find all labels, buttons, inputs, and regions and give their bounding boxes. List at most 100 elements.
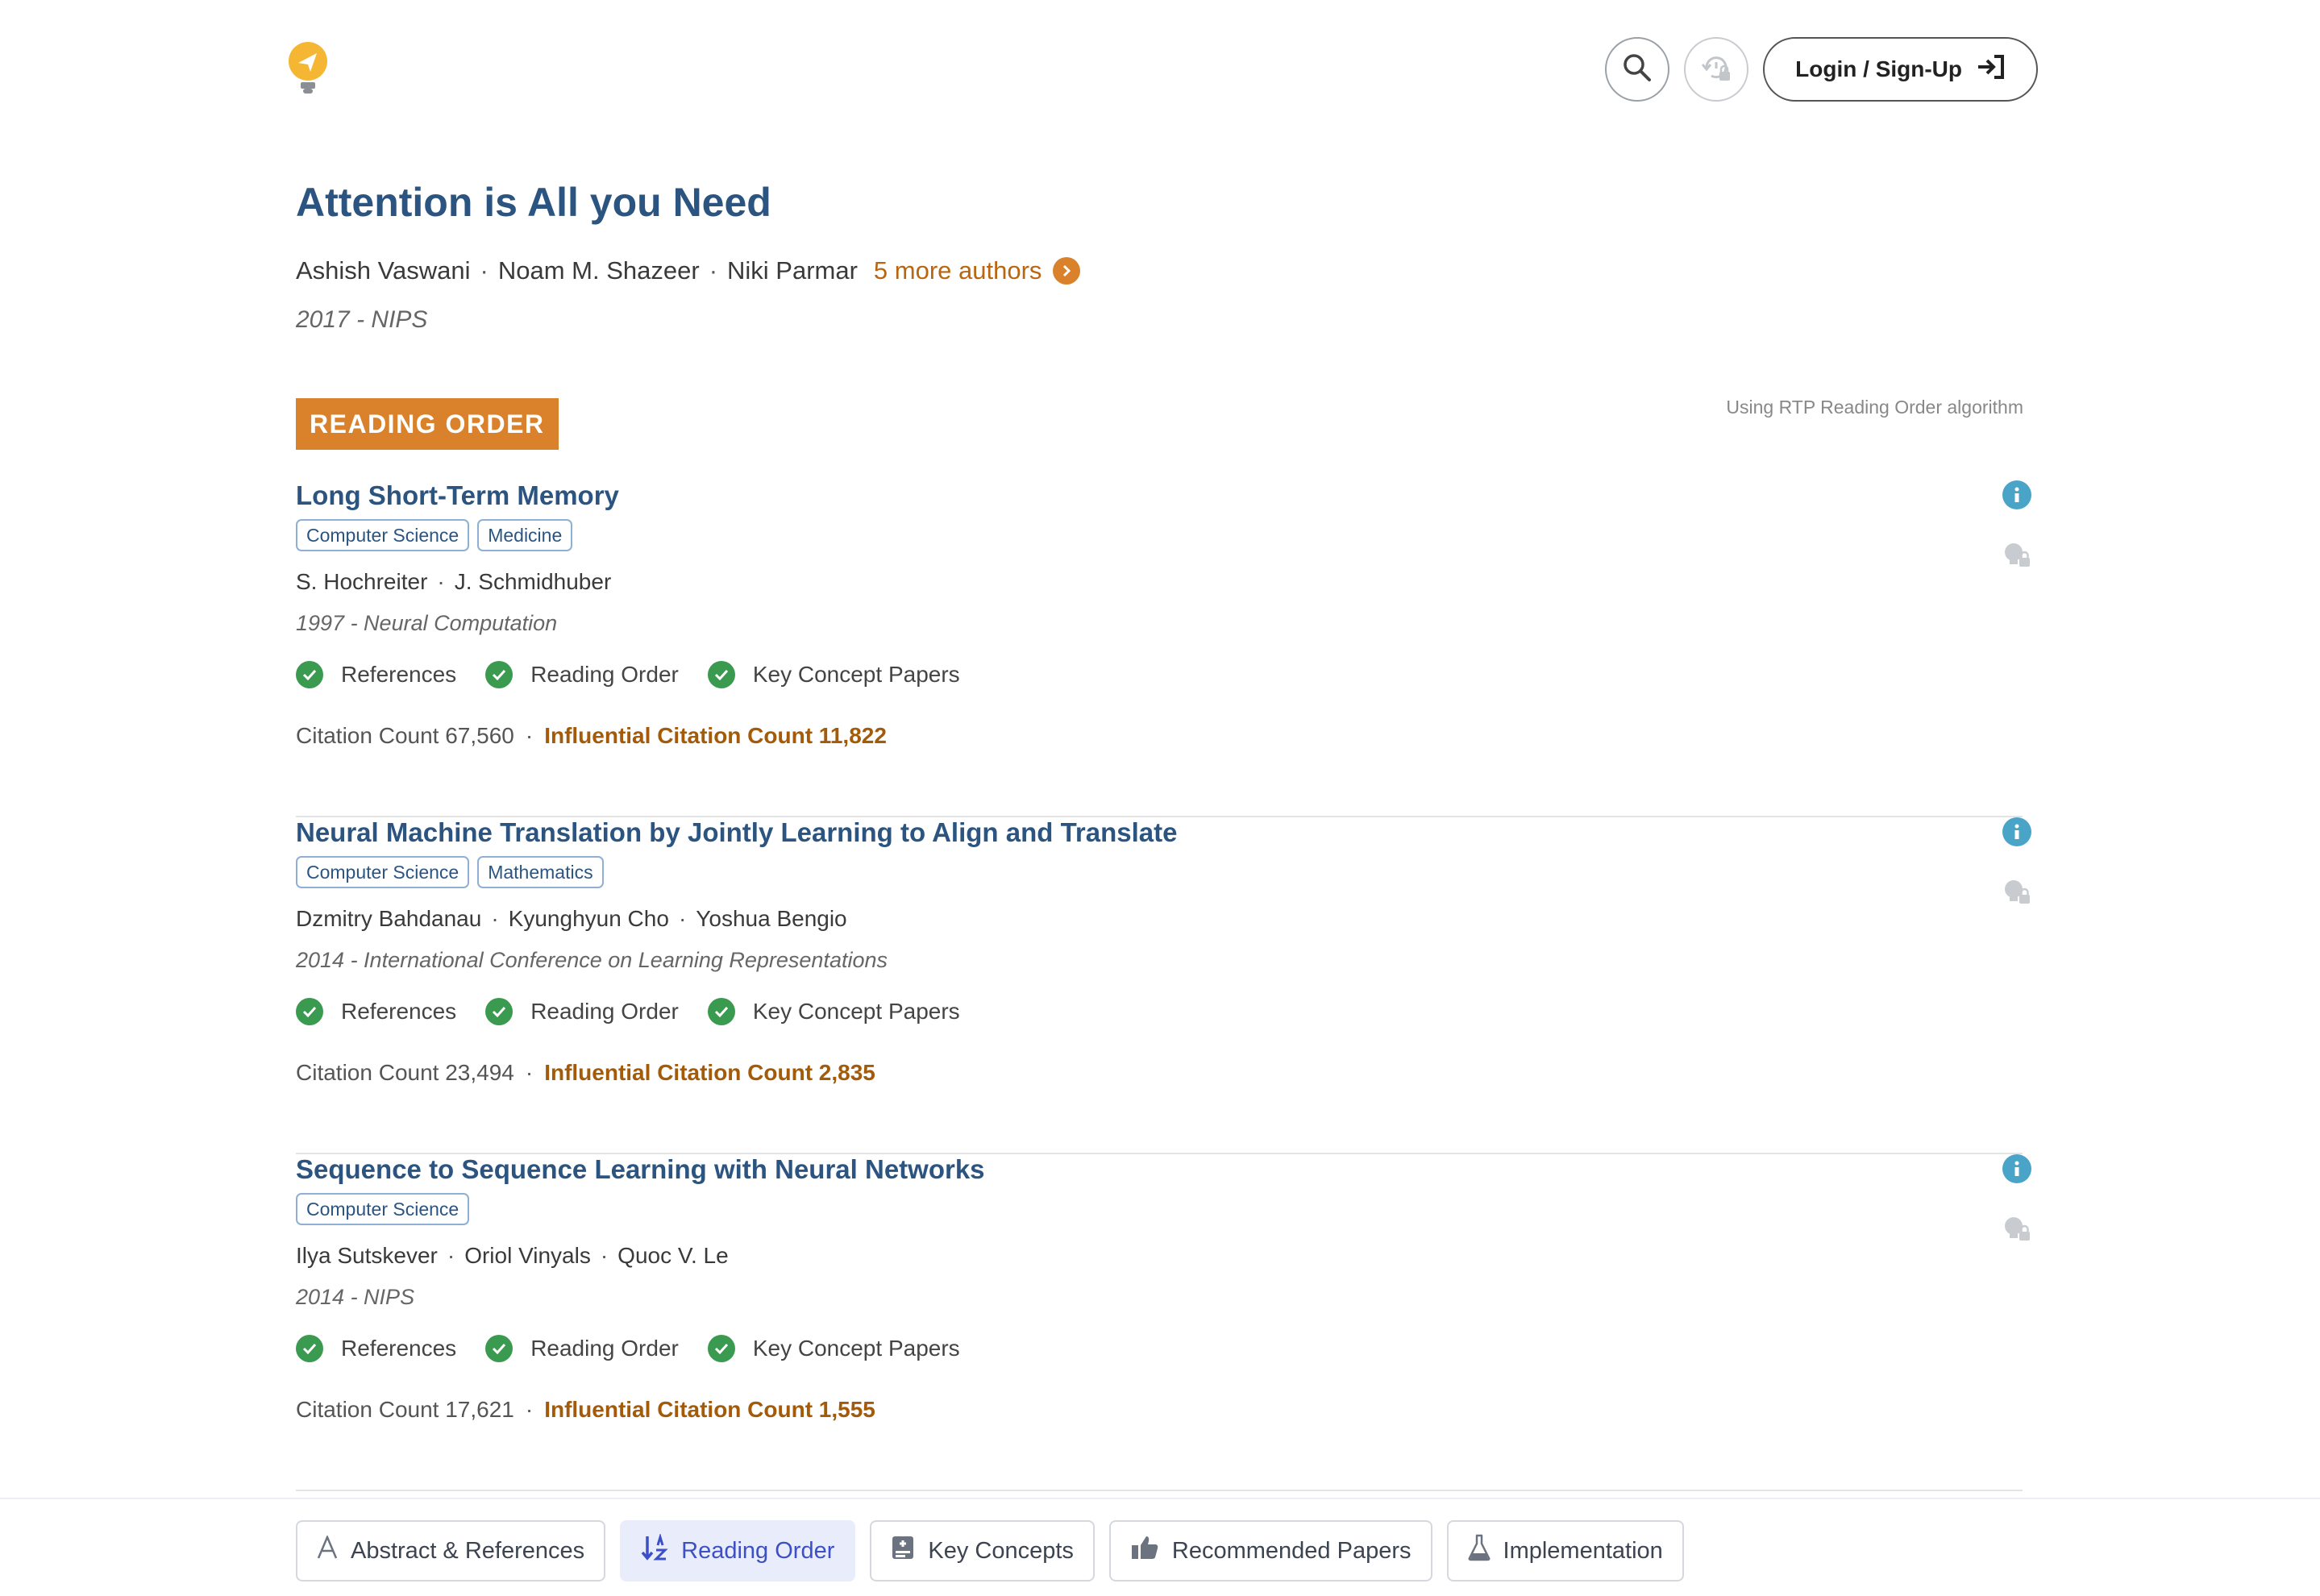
check-circle-icon xyxy=(707,661,735,688)
feature-references[interactable]: References xyxy=(296,661,456,688)
author-name[interactable]: Yoshua Bengio xyxy=(696,906,846,932)
author-name[interactable]: S. Hochreiter xyxy=(296,569,427,595)
author-name[interactable]: Ashish Vaswani xyxy=(296,256,471,285)
separator-dot: · xyxy=(447,1243,455,1268)
author-name[interactable]: Dzmitry Bahdanau xyxy=(296,906,481,932)
locked-lightbulb-icon[interactable] xyxy=(2002,1216,2031,1243)
influential-citation-count: Influential Citation Count 11,822 xyxy=(544,723,887,748)
separator-dot: · xyxy=(437,569,445,594)
separator-dot: · xyxy=(491,906,499,931)
item-authors: Ilya Sutskever · Oriol Vinyals · Quoc V.… xyxy=(296,1243,729,1269)
feature-label: References xyxy=(341,1336,457,1361)
feature-label: Key Concept Papers xyxy=(752,662,960,687)
item-title[interactable]: Neural Machine Translation by Jointly Le… xyxy=(296,817,1177,848)
tab-label: Key Concepts xyxy=(928,1537,1074,1564)
check-circle-icon xyxy=(296,998,323,1025)
tab-label: Implementation xyxy=(1503,1537,1663,1564)
feature-key-concepts[interactable]: Key Concept Papers xyxy=(707,661,960,688)
separator-dot: · xyxy=(525,1397,534,1422)
field-tag[interactable]: Computer Science xyxy=(296,1193,470,1225)
author-name[interactable]: Quoc V. Le xyxy=(617,1243,729,1269)
feature-references[interactable]: References xyxy=(296,1335,456,1362)
feature-label: Reading Order xyxy=(530,662,679,687)
citation-count: Citation Count 17,621 xyxy=(296,1397,514,1422)
history-button[interactable] xyxy=(1684,37,1749,102)
author-name[interactable]: Niki Parmar xyxy=(727,256,858,285)
feature-key-concepts[interactable]: Key Concept Papers xyxy=(707,1335,960,1362)
author-name[interactable]: Noam M. Shazeer xyxy=(498,256,700,285)
reading-order-item: Neural Machine Translation by Jointly Le… xyxy=(296,817,2031,1154)
author-name[interactable]: Kyunghyun Cho xyxy=(509,906,669,932)
author-name[interactable]: J. Schmidhuber xyxy=(455,569,612,595)
header-actions: Login / Sign-Up xyxy=(1605,37,2038,102)
item-title[interactable]: Long Short-Term Memory xyxy=(296,480,619,511)
field-tag[interactable]: Computer Science xyxy=(296,519,470,551)
field-tag[interactable]: Medicine xyxy=(477,519,573,551)
check-circle-icon xyxy=(707,1335,735,1362)
tab-label: Abstract & References xyxy=(351,1537,585,1564)
section-badge: READING ORDER xyxy=(296,398,559,450)
sort-order-icon xyxy=(641,1532,668,1568)
author-name[interactable]: Oriol Vinyals xyxy=(464,1243,591,1269)
separator-dot: · xyxy=(678,906,687,931)
feature-reading-order[interactable]: Reading Order xyxy=(485,1335,679,1362)
feature-label: References xyxy=(341,999,457,1024)
tag-list: Computer Science Mathematics xyxy=(296,856,604,888)
key-concepts-icon xyxy=(891,1535,915,1567)
lightbulb-navigation-icon[interactable] xyxy=(287,42,329,95)
feature-list: References Reading Order Key Concept Pap… xyxy=(296,998,960,1025)
algorithm-note: Using RTP Reading Order algorithm xyxy=(1726,397,2023,418)
citation-counts: Citation Count 23,494 · Influential Cita… xyxy=(296,1060,875,1086)
influential-citation-count: Influential Citation Count 2,835 xyxy=(544,1060,875,1085)
feature-list: References Reading Order Key Concept Pap… xyxy=(296,1335,960,1362)
login-signup-button[interactable]: Login / Sign-Up xyxy=(1763,37,2038,102)
field-tag[interactable]: Mathematics xyxy=(477,856,604,888)
citation-count: Citation Count 67,560 xyxy=(296,723,514,748)
tab-key-concepts[interactable]: Key Concepts xyxy=(870,1520,1095,1581)
sign-in-icon xyxy=(1977,54,2006,85)
locked-lightbulb-icon[interactable] xyxy=(2002,542,2031,569)
feature-reading-order[interactable]: Reading Order xyxy=(485,661,679,688)
separator-dot: · xyxy=(709,256,718,285)
check-circle-icon xyxy=(485,1335,513,1362)
author-name[interactable]: Ilya Sutskever xyxy=(296,1243,438,1269)
search-icon xyxy=(1622,52,1653,87)
tab-list: Abstract & References Reading Order Key … xyxy=(296,1520,1684,1581)
feature-reading-order[interactable]: Reading Order xyxy=(485,998,679,1025)
check-circle-icon xyxy=(485,998,513,1025)
item-venue: 2014 - NIPS xyxy=(296,1285,415,1309)
feature-key-concepts[interactable]: Key Concept Papers xyxy=(707,998,960,1025)
feature-references[interactable]: References xyxy=(296,998,456,1025)
tag-list: Computer Science xyxy=(296,1193,470,1225)
paper-venue: 2017 - NIPS xyxy=(296,306,428,333)
more-authors-link[interactable]: 5 more authors xyxy=(874,256,1081,285)
thumbs-up-icon xyxy=(1130,1535,1159,1567)
item-authors: S. Hochreiter · J. Schmidhuber xyxy=(296,569,611,595)
feature-label: Reading Order xyxy=(530,1336,679,1361)
tab-implementation[interactable]: Implementation xyxy=(1446,1520,1684,1581)
locked-lightbulb-icon[interactable] xyxy=(2002,879,2031,906)
check-circle-icon xyxy=(296,661,323,688)
tab-abstract-references[interactable]: Abstract & References xyxy=(296,1520,606,1581)
feature-list: References Reading Order Key Concept Pap… xyxy=(296,661,960,688)
reading-order-item: Long Short-Term Memory Computer Science … xyxy=(296,480,2031,817)
item-authors: Dzmitry Bahdanau · Kyunghyun Cho · Yoshu… xyxy=(296,906,847,932)
separator-dot: · xyxy=(525,1060,534,1085)
item-venue: 2014 - International Conference on Learn… xyxy=(296,948,888,972)
feature-label: Reading Order xyxy=(530,999,679,1024)
search-button[interactable] xyxy=(1605,37,1670,102)
info-icon[interactable] xyxy=(2002,480,2031,509)
field-tag[interactable]: Computer Science xyxy=(296,856,470,888)
info-icon[interactable] xyxy=(2002,817,2031,846)
tab-reading-order[interactable]: Reading Order xyxy=(620,1520,856,1581)
citation-count: Citation Count 23,494 xyxy=(296,1060,514,1085)
feature-label: Key Concept Papers xyxy=(752,1336,960,1361)
tag-list: Computer Science Medicine xyxy=(296,519,573,551)
influential-citation-count: Influential Citation Count 1,555 xyxy=(544,1397,875,1422)
item-venue: 1997 - Neural Computation xyxy=(296,611,558,635)
info-icon[interactable] xyxy=(2002,1154,2031,1183)
item-title[interactable]: Sequence to Sequence Learning with Neura… xyxy=(296,1154,985,1185)
tab-label: Recommended Papers xyxy=(1171,1537,1412,1564)
tab-recommended-papers[interactable]: Recommended Papers xyxy=(1108,1520,1432,1581)
history-lock-icon xyxy=(1700,52,1732,87)
